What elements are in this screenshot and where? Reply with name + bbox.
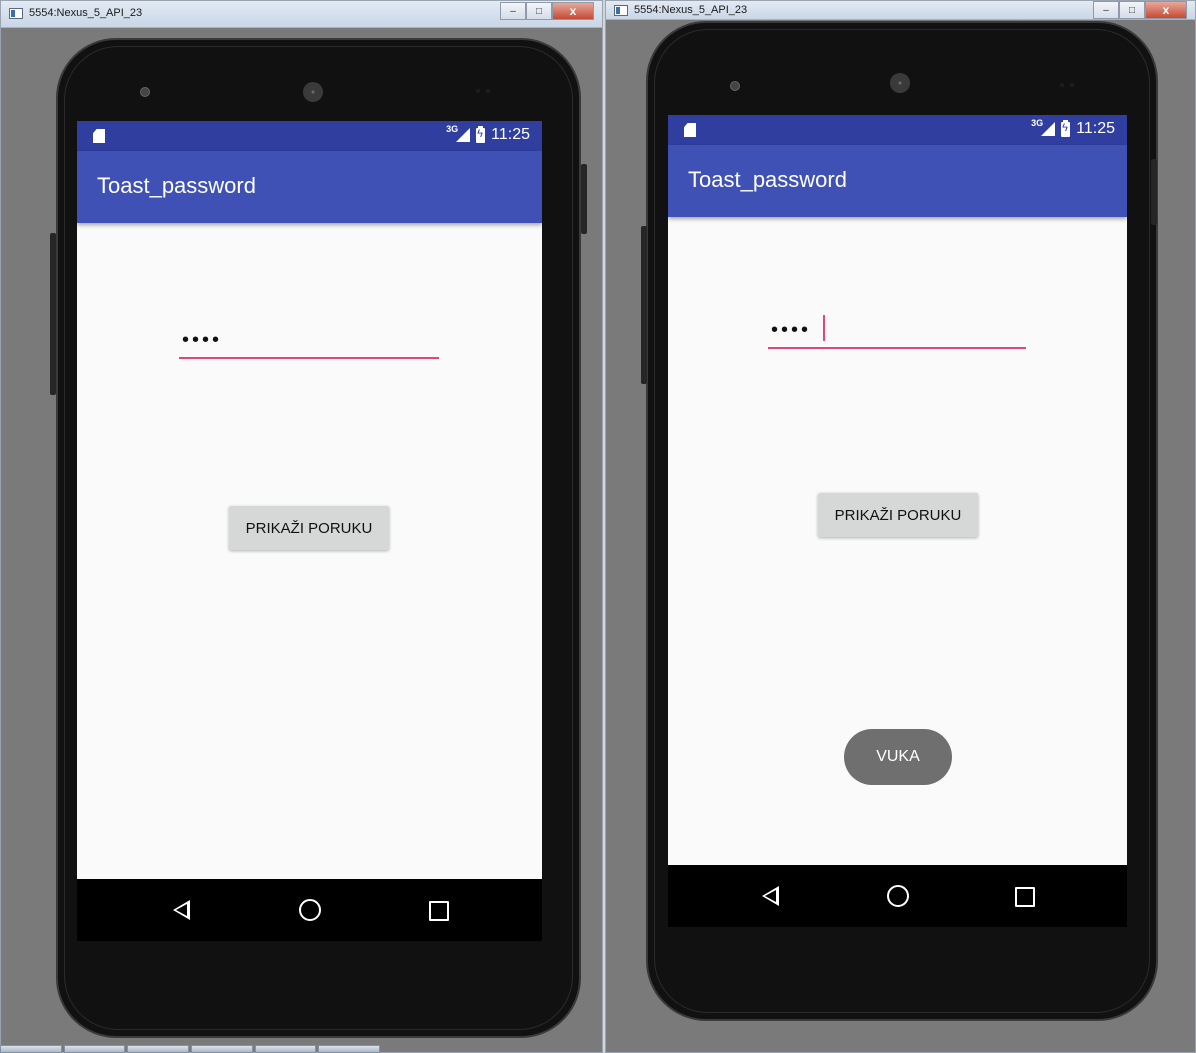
window-title: 5554:Nexus_5_API_23	[29, 7, 143, 19]
volume-button[interactable]	[641, 226, 647, 384]
taskbar-item[interactable]	[0, 1045, 62, 1053]
show-message-button[interactable]: PRIKAŽI PORUKU	[818, 493, 978, 537]
recent-apps-icon[interactable]	[1015, 887, 1035, 907]
password-input[interactable]: ••••	[179, 325, 439, 359]
sd-card-icon	[684, 123, 696, 137]
taskbar-item[interactable]	[254, 1045, 317, 1053]
taskbar-item[interactable]	[318, 1045, 381, 1053]
status-time: 11:25	[1076, 120, 1115, 137]
show-message-button[interactable]: PRIKAŽI PORUKU	[229, 506, 389, 550]
maximize-button[interactable]: □	[1119, 1, 1145, 19]
taskbar-item[interactable]	[63, 1045, 126, 1053]
minimize-button[interactable]: –	[500, 2, 526, 20]
status-time: 11:25	[491, 126, 530, 143]
close-button[interactable]: x	[552, 2, 594, 20]
app-bar: Toast_password	[668, 145, 1127, 217]
app-window-icon	[614, 5, 628, 16]
power-button[interactable]	[581, 164, 587, 234]
taskbar	[0, 1045, 381, 1053]
title-bar[interactable]: 5554:Nexus_5_API_23 – □ x	[606, 1, 1195, 20]
speaker-grille-icon	[303, 82, 323, 102]
back-icon[interactable]	[173, 900, 190, 920]
sd-card-icon	[93, 129, 105, 143]
sensor-icon	[1060, 83, 1074, 87]
back-icon[interactable]	[762, 886, 779, 906]
volume-button[interactable]	[50, 233, 56, 395]
status-bar: 3G 11:25	[77, 121, 542, 151]
battery-charging-icon	[476, 125, 486, 143]
app-title: Toast_password	[688, 167, 847, 192]
signal-icon: 3G	[446, 124, 471, 142]
sensor-icon	[476, 89, 490, 93]
text-cursor	[823, 315, 825, 341]
password-input[interactable]: ••••	[768, 315, 1026, 349]
app-title: Toast_password	[97, 173, 256, 198]
navigation-bar	[77, 879, 542, 941]
minimize-button[interactable]: –	[1093, 1, 1119, 19]
front-camera-icon	[140, 87, 150, 97]
toast-message: VUKA	[844, 729, 952, 785]
app-bar: Toast_password	[77, 151, 542, 223]
app-window-icon	[9, 8, 23, 19]
title-bar[interactable]: 5554:Nexus_5_API_23 – □ x	[1, 1, 602, 28]
device-screen: 3G 11:25 Toast_password •••• PRIKAŽI POR…	[77, 121, 542, 941]
emulator-window-right: 5554:Nexus_5_API_23 – □ x 3G 11:25 Toas	[605, 0, 1196, 1053]
speaker-grille-icon	[890, 73, 910, 93]
recent-apps-icon[interactable]	[429, 901, 449, 921]
navigation-bar	[668, 865, 1127, 927]
front-camera-icon	[730, 81, 740, 91]
close-button[interactable]: x	[1145, 1, 1187, 19]
signal-icon: 3G	[1031, 118, 1056, 136]
taskbar-item[interactable]	[127, 1045, 190, 1053]
status-bar: 3G 11:25	[668, 115, 1127, 145]
home-icon[interactable]	[887, 885, 909, 907]
password-value: ••••	[771, 319, 812, 341]
home-icon[interactable]	[299, 899, 321, 921]
device-screen: 3G 11:25 Toast_password •••• PRIKAŽI POR…	[668, 115, 1127, 927]
window-title: 5554:Nexus_5_API_23	[634, 4, 748, 16]
power-button[interactable]	[1151, 159, 1157, 225]
maximize-button[interactable]: □	[526, 2, 552, 20]
password-value: ••••	[182, 329, 223, 351]
emulator-window-left: 5554:Nexus_5_API_23 – □ x 3G 11:25 Toas	[0, 0, 603, 1053]
battery-charging-icon	[1061, 119, 1071, 137]
taskbar-item[interactable]	[191, 1045, 253, 1053]
